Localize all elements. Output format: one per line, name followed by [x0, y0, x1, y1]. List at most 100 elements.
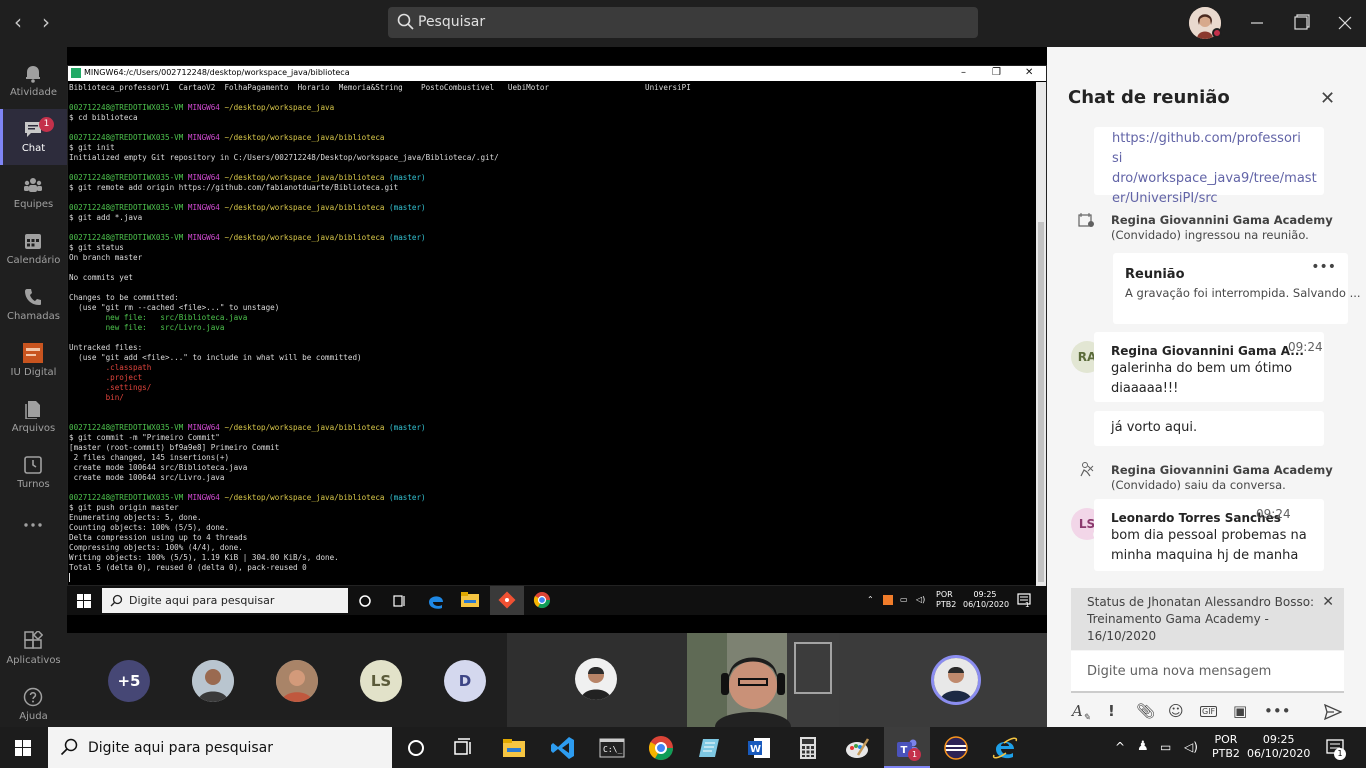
important-icon[interactable]: !: [1108, 702, 1115, 720]
participant-tile[interactable]: [507, 633, 687, 727]
participant-initials-avatar[interactable]: D: [444, 660, 486, 702]
close-chat-icon[interactable]: ✕: [1320, 88, 1335, 109]
cortana-icon[interactable]: [358, 594, 372, 608]
terminal-line: (use "git add <file>..." to include in w…: [69, 353, 362, 362]
rail-item-ajuda[interactable]: Ajuda: [0, 677, 67, 733]
rail-item-equipes[interactable]: Equipes: [0, 165, 67, 221]
terminal-minimize-icon[interactable]: –: [961, 67, 966, 78]
search-icon: [397, 13, 414, 30]
terminal-line: Enumerating objects: 5, done.: [69, 513, 202, 522]
rail-item-turnos[interactable]: Turnos: [0, 445, 67, 501]
attach-icon[interactable]: 📎︎: [1136, 702, 1155, 720]
terminal-maximize-icon[interactable]: ❐: [992, 67, 1001, 78]
sticker-icon[interactable]: ▣: [1233, 702, 1247, 720]
terminal-close-icon[interactable]: ✕: [1025, 67, 1033, 78]
remote-search-box[interactable]: Digite aqui para pesquisar: [102, 588, 348, 613]
eclipse-icon[interactable]: [943, 735, 969, 761]
file-explorer-icon[interactable]: [461, 592, 479, 608]
calculator-icon[interactable]: [795, 735, 821, 761]
word-icon[interactable]: W: [746, 735, 772, 761]
terminal-icon[interactable]: C:\_: [599, 735, 625, 761]
overflow-participants-button[interactable]: +5: [108, 660, 150, 702]
terminal-line: On branch master: [69, 253, 143, 262]
participant-video[interactable]: [687, 633, 839, 727]
tray-volume-icon[interactable]: ◁): [1184, 740, 1198, 754]
rail-item-chat[interactable]: 1 Chat: [0, 109, 67, 165]
remote-clock[interactable]: 09:25 06/10/2020: [963, 590, 1009, 610]
rail-item-arquivos[interactable]: Arquivos: [0, 389, 67, 445]
rail-item-chamadas[interactable]: Chamadas: [0, 277, 67, 333]
teams-icon: [24, 178, 42, 192]
rail-item-aplicativos[interactable]: Aplicativos: [0, 621, 67, 677]
participant-avatar[interactable]: [276, 660, 318, 702]
emoji-icon[interactable]: ☺: [1168, 702, 1184, 720]
windows-start-icon[interactable]: [15, 740, 31, 756]
tray-network-icon[interactable]: ▭: [1160, 740, 1171, 754]
remote-lang[interactable]: POR PTB2: [936, 590, 956, 610]
tray-user-icon[interactable]: ♟: [1137, 740, 1149, 754]
minimize-icon[interactable]: [1245, 12, 1269, 34]
system-clock[interactable]: 09:25 06/10/2020: [1247, 733, 1310, 761]
chat-message: Regina Giovannini Gama A... 09:24 galeri…: [1094, 332, 1324, 402]
file-explorer-icon[interactable]: [501, 735, 527, 761]
tray-chevron-icon[interactable]: ^: [1115, 740, 1125, 754]
participant-tile[interactable]: [839, 633, 1047, 727]
terminal-line: [master (root-commit) bf9a9e8] Primeiro …: [69, 443, 280, 452]
recording-card[interactable]: Reunião A gravação foi interrompida. Sal…: [1113, 253, 1361, 324]
taskbar-search-box[interactable]: Digite aqui para pesquisar: [48, 727, 392, 768]
search-input[interactable]: Pesquisar: [388, 7, 978, 38]
close-icon[interactable]: [1333, 12, 1357, 34]
participants-bar: +5 LS D: [67, 633, 1047, 727]
input-language[interactable]: POR PTB2: [1212, 733, 1240, 761]
link-message: https://github.com/professori si dro/wor…: [1094, 127, 1324, 206]
internet-explorer-icon[interactable]: [992, 735, 1018, 761]
chrome-icon[interactable]: [533, 591, 551, 609]
scrollbar-thumb[interactable]: [1038, 222, 1044, 582]
speaking-participant-avatar: [931, 655, 981, 705]
svg-text:C:\_: C:\_: [603, 745, 622, 754]
terminal-line: 002712248@TREDOTIWX035-VM MINGW64 ~/desk…: [69, 423, 426, 432]
svg-text:W: W: [750, 744, 761, 755]
more-options-icon[interactable]: •••: [1311, 259, 1336, 275]
vscode-icon[interactable]: [550, 735, 576, 761]
task-view-icon[interactable]: [392, 594, 406, 608]
windows-start-icon[interactable]: [77, 594, 91, 608]
send-icon[interactable]: [1324, 704, 1342, 720]
tray-network-icon[interactable]: ▭: [900, 595, 908, 605]
tray-chevron-icon[interactable]: ⌃: [867, 595, 874, 605]
gif-icon[interactable]: GIF: [1200, 706, 1218, 717]
dismiss-status-icon[interactable]: ✕: [1322, 594, 1334, 611]
forward-arrow-icon[interactable]: ›: [34, 10, 58, 34]
tray-volume-icon[interactable]: ◁): [916, 595, 925, 605]
cortana-icon[interactable]: [403, 735, 429, 761]
task-view-icon[interactable]: [450, 735, 476, 761]
chrome-icon[interactable]: [648, 735, 674, 761]
tray-app-icon[interactable]: [883, 595, 893, 605]
terminal-scrollbar[interactable]: [1036, 82, 1046, 586]
rail-more-button[interactable]: [0, 501, 67, 541]
maximize-icon[interactable]: [1289, 12, 1313, 34]
git-icon[interactable]: [498, 591, 516, 609]
compose-message-input[interactable]: Digite uma nova mensagem: [1071, 651, 1344, 693]
notes-app-icon[interactable]: [697, 735, 723, 761]
edge-icon[interactable]: [427, 592, 445, 610]
terminal-output[interactable]: Biblioteca_professorV1 CartaoV2 FolhaPag…: [68, 83, 1038, 586]
more-options-icon[interactable]: •••: [1264, 702, 1291, 720]
format-icon[interactable]: A✎: [1072, 702, 1090, 723]
rail-label: Arquivos: [11, 423, 56, 434]
status-notice: Status de Jhonatan Alessandro Bosso: Tre…: [1071, 588, 1344, 650]
message-link[interactable]: https://github.com/professori si dro/wor…: [1112, 129, 1317, 209]
rail-item-iu-digital[interactable]: IU Digital: [0, 333, 67, 389]
message-time: 09:24: [1288, 340, 1323, 354]
rail-item-calendario[interactable]: Calendário: [0, 221, 67, 277]
participant-avatar[interactable]: [192, 660, 234, 702]
search-icon: [110, 594, 123, 607]
back-arrow-icon[interactable]: ‹: [6, 10, 30, 34]
participant-initials-avatar[interactable]: LS: [360, 660, 402, 702]
rail-item-atividade[interactable]: Atividade: [0, 53, 67, 109]
terminal-line: $ git push origin master: [69, 503, 179, 512]
terminal-title: MINGW64:/c/Users/002712248/desktop/works…: [84, 68, 350, 77]
paint-icon[interactable]: [844, 735, 870, 761]
